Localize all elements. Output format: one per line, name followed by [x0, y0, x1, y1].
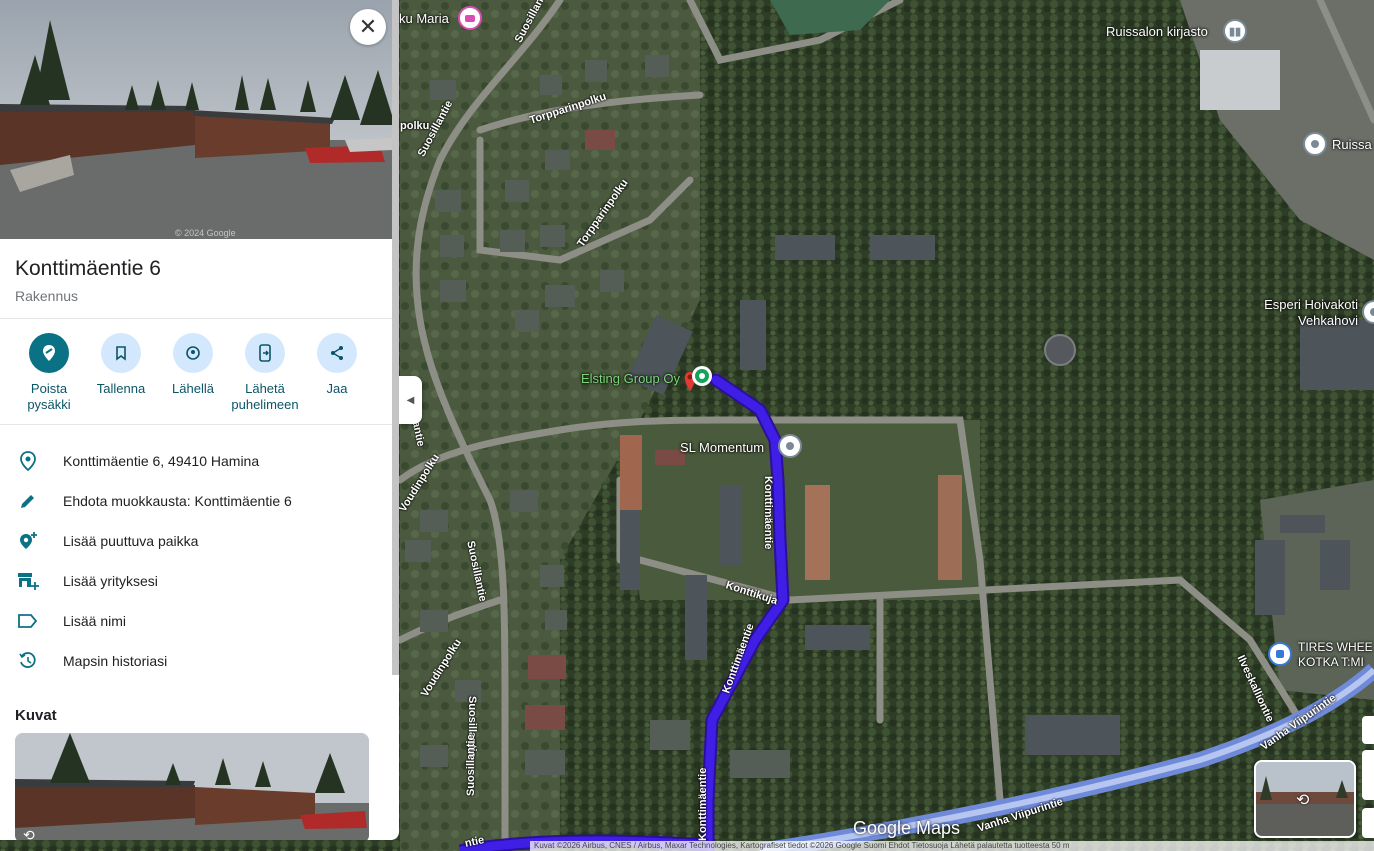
place-title: Konttimäentie 6 — [15, 257, 161, 280]
add-place-icon — [17, 530, 39, 552]
pegman-control[interactable] — [1362, 808, 1374, 838]
maps-app: ku Maria Ruissalon kirjasto ▮▮ Ruissa Es… — [0, 0, 1374, 851]
action-label: Tallenna — [81, 381, 161, 397]
chevron-left-icon: ◀ — [406, 394, 415, 406]
collapse-panel-button[interactable]: ◀ — [399, 376, 422, 424]
send-to-phone-icon — [245, 333, 285, 373]
action-label: Lähetä puhelimeen — [225, 381, 305, 413]
add-missing-place-row[interactable]: Lisää puuttuva paikka — [0, 521, 399, 561]
place-details-panel: © 2024 Google ✕ Konttimäentie 6 Rakennus… — [0, 0, 399, 840]
add-business-row[interactable]: Lisää yrityksesi — [0, 561, 399, 601]
photo-thumbnail-image — [15, 733, 369, 840]
save-button[interactable]: Tallenna — [85, 333, 157, 424]
place-header: Konttimäentie 6 Rakennus — [0, 239, 399, 319]
poi-label-tires[interactable]: TIRES WHEE KOTKA T:MI — [1298, 640, 1373, 670]
remove-stop-icon — [29, 333, 69, 373]
poi-label-tires-line1: TIRES WHEE — [1298, 640, 1373, 654]
street-label: Konttimäentie — [697, 767, 709, 841]
poi-label-sl-momentum[interactable]: SL Momentum — [680, 440, 764, 456]
poi-label-ruissa[interactable]: Ruissa — [1332, 137, 1372, 153]
remove-stop-button[interactable]: Poista pysäkki — [13, 333, 85, 424]
add-label-text: Lisää nimi — [63, 613, 127, 629]
layers-toggle-button[interactable]: ⟲ — [1254, 760, 1356, 838]
action-label: Poista pysäkki — [9, 381, 89, 413]
suggest-edit-row[interactable]: Ehdota muokkausta: Konttimäentie 6 — [0, 481, 399, 521]
action-label-text: Lähetä puhelimeen — [231, 381, 299, 412]
poi-label-esperi-line1: Esperi Hoivakoti — [1264, 297, 1358, 312]
action-label-text: Tallenna — [96, 381, 146, 396]
place-info-list: Konttimäentie 6, 49410 Hamina Ehdota muo… — [0, 425, 399, 681]
poi-label-ruissalon-kirjasto[interactable]: Ruissalon kirjasto — [1106, 24, 1208, 40]
photo-thumbnail[interactable]: ⟲ — [15, 733, 369, 840]
add-business-icon — [17, 570, 39, 592]
poi-label-esperi-line2: Vehkahovi — [1298, 313, 1358, 328]
maps-history-text: Mapsin historiasi — [63, 653, 168, 669]
street-view-image — [0, 0, 399, 239]
library-icon[interactable]: ▮▮ — [1223, 19, 1247, 43]
add-business-text: Lisää yrityksesi — [63, 573, 158, 589]
rotate-360-icon: ⟲ — [1296, 792, 1310, 809]
action-buttons: Poista pysäkki Tallenna Lähellä Lähetä p… — [0, 319, 399, 425]
street-label: Konttimäentie — [762, 476, 774, 550]
action-label: Jaa — [297, 381, 377, 397]
label-icon — [17, 610, 39, 632]
history-icon — [17, 650, 39, 672]
nearby-button[interactable]: Lähellä — [157, 333, 229, 424]
location-pin-icon — [17, 450, 39, 472]
action-label-text: Poista pysäkki — [27, 381, 71, 412]
route-start-marker-icon[interactable] — [692, 366, 712, 386]
maps-history-row[interactable]: Mapsin historiasi — [0, 641, 399, 681]
poi-pin-icon[interactable] — [778, 434, 802, 458]
zoom-control[interactable] — [1362, 750, 1374, 800]
shop-icon[interactable] — [1268, 642, 1292, 666]
poi-label-esperi[interactable]: Esperi Hoivakoti Vehkahovi — [1256, 297, 1358, 329]
street-label: polku — [400, 120, 430, 132]
share-button[interactable]: Jaa — [301, 333, 373, 424]
street-label: Suosillantie — [465, 734, 477, 796]
photos-heading: Kuvat — [15, 707, 57, 724]
map-attribution[interactable]: Kuvat ©2026 Airbus, CNES / Airbus, Maxar… — [530, 841, 1374, 851]
poi-label-tires-line2: KOTKA T:MI — [1298, 655, 1364, 669]
close-button[interactable]: ✕ — [350, 9, 386, 45]
bookmark-icon — [101, 333, 141, 373]
place-category: Rakennus — [15, 288, 79, 304]
compass-control[interactable] — [1362, 716, 1374, 744]
photo-watermark: © 2024 Google — [175, 228, 236, 238]
share-icon — [317, 333, 357, 373]
panel-scrollbar[interactable] — [392, 0, 399, 675]
street-view-photo[interactable]: © 2024 Google ✕ — [0, 0, 399, 239]
pencil-icon — [17, 490, 39, 512]
action-label-text: Jaa — [326, 381, 348, 396]
poi-label-ku-maria[interactable]: ku Maria — [399, 11, 449, 27]
poi-pin-icon[interactable] — [1303, 132, 1327, 156]
nearby-icon — [173, 333, 213, 373]
address-row[interactable]: Konttimäentie 6, 49410 Hamina — [0, 441, 399, 481]
action-label: Lähellä — [153, 381, 233, 397]
add-label-row[interactable]: Lisää nimi — [0, 601, 399, 641]
google-maps-logo: Google Maps — [853, 818, 961, 838]
action-label-text: Lähellä — [172, 381, 214, 396]
send-to-phone-button[interactable]: Lähetä puhelimeen — [229, 333, 301, 424]
suggest-edit-text: Ehdota muokkausta: Konttimäentie 6 — [63, 493, 292, 509]
poi-label-elsting[interactable]: Elsting Group Oy — [581, 371, 680, 386]
close-icon: ✕ — [358, 14, 378, 39]
add-missing-place-text: Lisää puuttuva paikka — [63, 533, 199, 549]
hotel-icon[interactable] — [458, 6, 482, 30]
street-view-360-icon: ⟲ — [23, 827, 35, 840]
address-text: Konttimäentie 6, 49410 Hamina — [63, 453, 260, 469]
